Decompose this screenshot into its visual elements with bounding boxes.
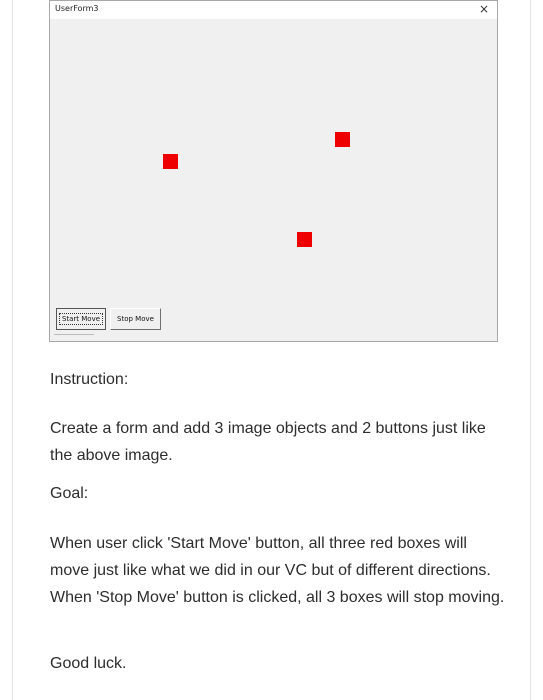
instruction-heading: Instruction: [50,371,129,388]
userform-window: UserForm3 × Start Move Stop Move [49,0,498,342]
closing-text: Good luck. [50,655,127,672]
close-icon[interactable]: × [477,2,491,16]
window-title: UserForm3 [55,4,99,13]
form-baseline-divider [54,334,94,335]
stop-move-label: Stop Move [117,315,154,323]
start-move-button[interactable]: Start Move [56,308,106,330]
goal-heading: Goal: [50,485,89,502]
red-box-image-2 [335,132,350,147]
goal-body: When user click 'Start Move' button, all… [50,535,505,606]
red-box-image-3 [297,232,312,247]
page-border-left [12,0,13,700]
instruction-body: Create a form and add 3 image objects an… [50,420,486,464]
start-move-label: Start Move [58,313,104,325]
page-border-right [530,0,531,700]
stop-move-button[interactable]: Stop Move [110,308,161,330]
red-box-image-1 [163,154,178,169]
title-bar: UserForm3 × [50,1,497,19]
